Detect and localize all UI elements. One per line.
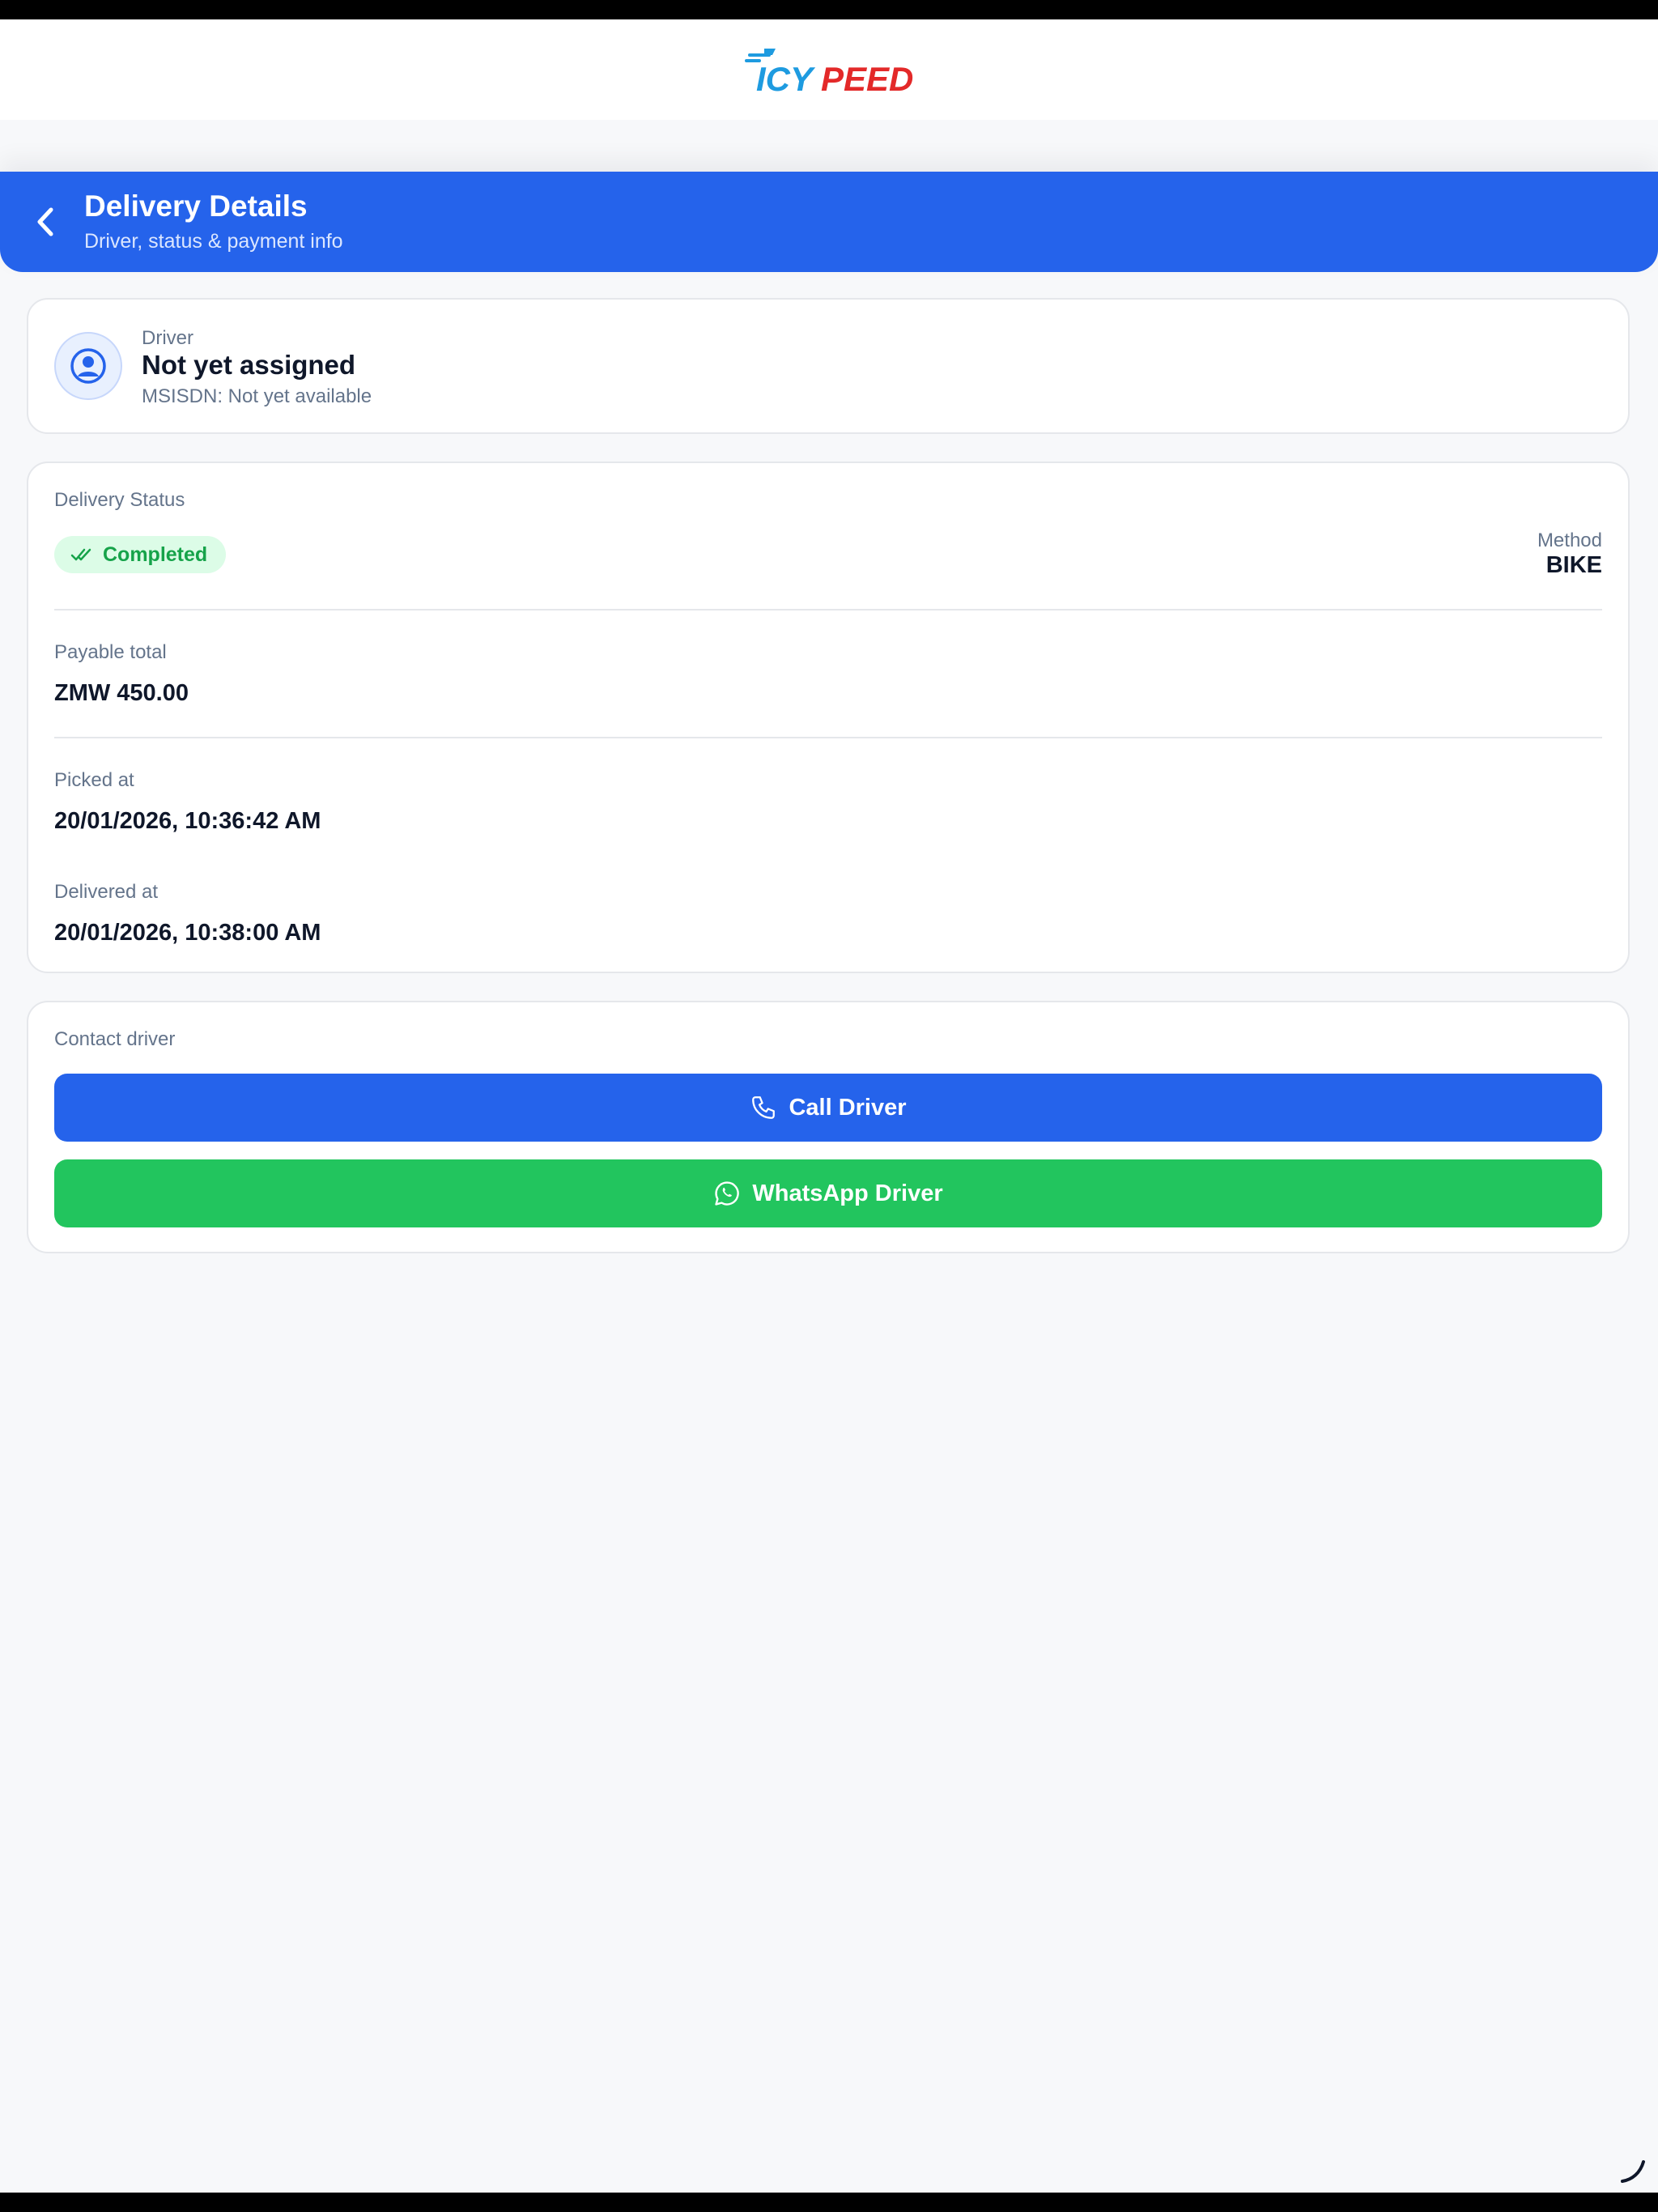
call-driver-label: Call Driver bbox=[789, 1094, 907, 1121]
status-badge-text: Completed bbox=[103, 542, 208, 566]
svg-text:PEED: PEED bbox=[821, 60, 913, 98]
icypeed-logo: ICY PEED bbox=[745, 49, 913, 98]
device-bottom-bar bbox=[0, 2193, 1658, 2212]
chevron-left-icon bbox=[37, 207, 53, 236]
resize-handle-icon bbox=[1621, 2160, 1645, 2183]
method-value: BIKE bbox=[1545, 552, 1602, 578]
call-driver-button[interactable]: Call Driver bbox=[54, 1074, 1602, 1142]
delivered-at-label: Delivered at bbox=[54, 881, 159, 903]
device-top-bar bbox=[0, 0, 1658, 19]
payable-total-value: ZMW 450.00 bbox=[54, 680, 189, 706]
divider bbox=[54, 609, 1602, 610]
double-check-icon bbox=[70, 548, 91, 561]
delivered-at-value: 20/01/2026, 10:38:00 AM bbox=[54, 920, 321, 946]
picked-at-value: 20/01/2026, 10:36:42 AM bbox=[54, 808, 321, 834]
whatsapp-icon bbox=[715, 1181, 740, 1206]
contact-driver-card: Contact driver Call Driver WhatsApp Driv… bbox=[27, 1001, 1630, 1253]
page-hero-bar: Delivery Details Driver, status & paymen… bbox=[0, 172, 1658, 272]
payable-total-label: Payable total bbox=[54, 641, 167, 663]
delivery-status-label: Delivery Status bbox=[54, 489, 185, 511]
svg-text:ICY: ICY bbox=[756, 60, 816, 98]
whatsapp-driver-label: WhatsApp Driver bbox=[752, 1180, 943, 1206]
driver-card: Driver Not yet assigned MSISDN: Not yet … bbox=[27, 298, 1630, 434]
page-title: Delivery Details bbox=[84, 189, 308, 223]
page-subtitle: Driver, status & payment info bbox=[84, 230, 343, 253]
app-header: ICY PEED bbox=[0, 19, 1658, 120]
contact-driver-label: Contact driver bbox=[54, 1028, 176, 1050]
driver-msisdn: MSISDN: Not yet available bbox=[142, 385, 372, 407]
picked-at-label: Picked at bbox=[54, 769, 134, 791]
method-label: Method bbox=[1537, 530, 1602, 551]
user-circle-icon bbox=[70, 348, 106, 384]
delivery-status-card: Delivery Status Completed Method BIKE Pa… bbox=[27, 462, 1630, 973]
avatar bbox=[54, 332, 122, 400]
driver-label: Driver bbox=[142, 327, 193, 349]
back-button[interactable] bbox=[29, 204, 62, 240]
phone-icon bbox=[752, 1096, 776, 1119]
status-badge: Completed bbox=[54, 536, 226, 573]
driver-name: Not yet assigned bbox=[142, 350, 356, 380]
divider bbox=[54, 737, 1602, 738]
whatsapp-driver-button[interactable]: WhatsApp Driver bbox=[54, 1159, 1602, 1227]
